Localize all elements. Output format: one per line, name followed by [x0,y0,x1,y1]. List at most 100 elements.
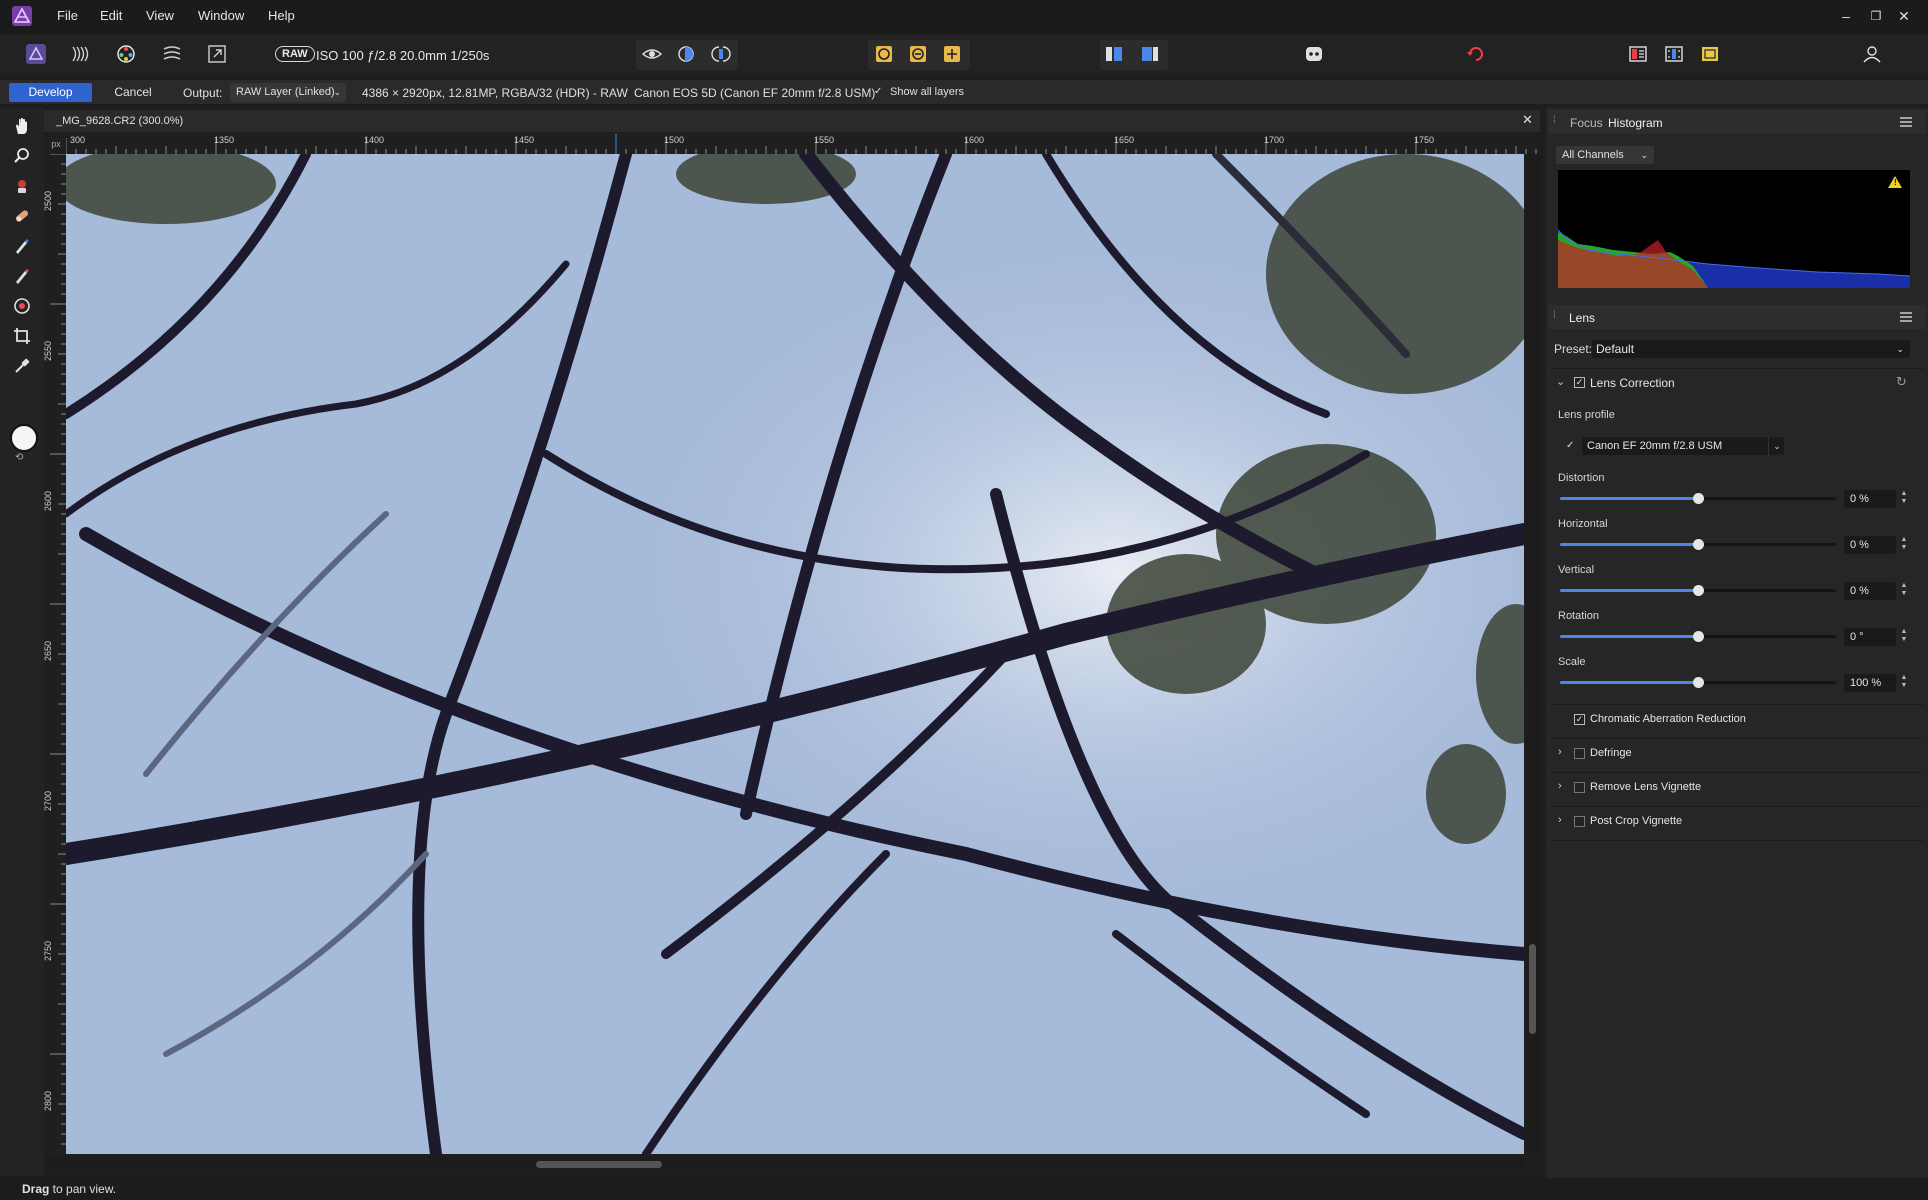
split-view-icon[interactable] [672,40,700,68]
rotation-slider-knob[interactable] [1693,631,1704,642]
show-before-icon[interactable] [1624,40,1652,68]
output-select[interactable]: RAW Layer (Linked) ⌄ [230,83,346,102]
slider-fill [1560,635,1698,638]
lens-correction-checkbox[interactable]: ✓ [1574,377,1585,388]
clipping-warning-mark: ! [1894,178,1897,187]
chromatic-aberration-checkbox[interactable]: ✓ [1574,714,1585,725]
assistant-layout-icon[interactable] [1100,40,1128,68]
horizontal-value-field[interactable]: 0 % [1844,536,1896,554]
chevron-down-icon: ⌄ [1896,344,1904,354]
lens-correction-label: Lens Correction [1590,376,1675,390]
panel-menu-icon[interactable] [1900,312,1912,322]
chevron-right-icon[interactable]: › [1558,780,1562,792]
chevron-right-icon[interactable]: › [1558,814,1562,826]
liquify-persona-icon[interactable] [158,40,186,68]
crop-tool-icon[interactable] [10,324,34,348]
rotation-value-field[interactable]: 0 ° [1844,628,1896,646]
horizontal-scroll-thumb[interactable] [536,1161,662,1168]
status-bar [0,1176,1928,1200]
preset-select[interactable]: Default ⌄ [1592,340,1910,358]
menu-view[interactable]: View [146,8,174,23]
assistant-icon[interactable] [1300,40,1328,68]
white-balance-tool-icon[interactable] [10,354,34,378]
mirror-view-icon[interactable] [707,40,735,68]
ruler-vertical: 2500 2550 2600 2650 2700 2750 2800 [43,154,66,1154]
image-canvas[interactable] [66,154,1524,1154]
close-document-icon[interactable]: ✕ [1522,112,1533,128]
chevron-right-icon[interactable]: › [1558,746,1562,758]
overlay-gradient-tool-icon[interactable] [10,294,34,318]
view-tool-hand-icon[interactable] [10,114,34,138]
horizontal-scrollbar[interactable] [46,1156,1524,1170]
eye-icon[interactable] [638,40,666,68]
reset-icon[interactable]: ↻ [1896,374,1907,390]
vertical-slider-knob[interactable] [1693,585,1704,596]
overlay-erase-tool-icon[interactable] [10,264,34,288]
spinner-arrows-icon[interactable]: ▲ ▼ [1898,490,1910,508]
account-icon[interactable] [1858,40,1886,68]
cancel-button[interactable]: Cancel [103,83,163,102]
chevron-down-icon[interactable]: ⌄ [1768,437,1785,455]
color-swatch-icon[interactable] [10,424,38,452]
remove-lens-vignette-checkbox[interactable] [1574,782,1585,793]
undo-history-icon[interactable] [1462,40,1490,68]
affinity-photo-logo-icon[interactable] [12,6,32,26]
red-eye-tool-icon[interactable] [10,174,34,198]
document-tab[interactable] [44,110,1540,132]
photo-persona-icon[interactable] [112,40,140,68]
post-crop-vignette-checkbox[interactable] [1574,816,1585,827]
panel-menu-icon[interactable] [1900,117,1912,127]
output-label: Output: [183,86,223,100]
clipped-tones-icon[interactable] [938,40,966,68]
menu-edit[interactable]: Edit [100,8,122,23]
slider-fill [1560,681,1698,684]
zoom-tool-icon[interactable] [10,144,34,168]
distortion-value-field[interactable]: 0 % [1844,490,1896,508]
vertical-scroll-thumb[interactable] [1529,944,1536,1034]
panel-layout-icon[interactable] [1136,40,1164,68]
develop-button[interactable]: Develop [9,83,92,102]
tone-map-persona-icon[interactable] [66,40,94,68]
channels-select[interactable]: All Channels ⌄ [1556,146,1654,164]
panel-grip-icon[interactable]: ⁞ [1553,115,1556,126]
clipped-shadows-icon[interactable] [870,40,898,68]
show-all-layers-label[interactable]: Show all layers [890,86,964,98]
horizontal-slider-knob[interactable] [1693,539,1704,550]
slider-fill [1560,589,1698,592]
swap-colors-icon[interactable]: ⟲ [15,452,23,463]
defringe-checkbox[interactable] [1574,748,1585,759]
distortion-slider-knob[interactable] [1693,493,1704,504]
show-all-layers-check-icon[interactable]: ✓ [874,86,882,97]
panel-grip-icon[interactable]: ⁞ [1553,310,1556,321]
tab-focus[interactable]: Focus [1570,116,1603,130]
ruler-horizontal: 300 1350 1400 1450 1500 1550 1600 1650 1… [66,134,1540,154]
chevron-expanded-icon[interactable]: ⌄ [1556,375,1565,388]
close-window-button[interactable]: ✕ [1892,6,1916,26]
menu-help[interactable]: Help [268,8,295,23]
menu-file[interactable]: File [57,8,78,23]
show-after-icon[interactable] [1660,40,1688,68]
scale-slider-knob[interactable] [1693,677,1704,688]
post-crop-vignette-label: Post Crop Vignette [1590,815,1683,827]
overlay-paint-tool-icon[interactable] [10,234,34,258]
menu-window[interactable]: Window [198,8,244,23]
branches-photo [66,154,1524,1154]
vertical-value-field[interactable]: 0 % [1844,582,1896,600]
spinner-arrows-icon[interactable]: ▲ ▼ [1898,628,1910,646]
histogram-graph [1557,170,1911,288]
scale-value-field[interactable]: 100 % [1844,674,1896,692]
spinner-arrows-icon[interactable]: ▲ ▼ [1898,674,1910,692]
restore-button[interactable]: ❐ [1864,6,1888,26]
lens-profile-select[interactable]: Canon EF 20mm f/2.8 USM [1582,437,1784,455]
develop-persona-icon[interactable] [22,40,50,68]
export-persona-icon[interactable] [203,40,231,68]
minimize-button[interactable]: – [1834,6,1858,26]
blemish-removal-tool-icon[interactable] [10,204,34,228]
tab-histogram[interactable]: Histogram [1608,116,1663,130]
ruler-tick-label: 2600 [43,490,54,512]
split-compare-icon[interactable] [1696,40,1724,68]
spinner-arrows-icon[interactable]: ▲ ▼ [1898,536,1910,554]
clipped-highlights-icon[interactable] [904,40,932,68]
lens-profile-check-icon[interactable]: ✓ [1566,440,1574,451]
spinner-arrows-icon[interactable]: ▲ ▼ [1898,582,1910,600]
